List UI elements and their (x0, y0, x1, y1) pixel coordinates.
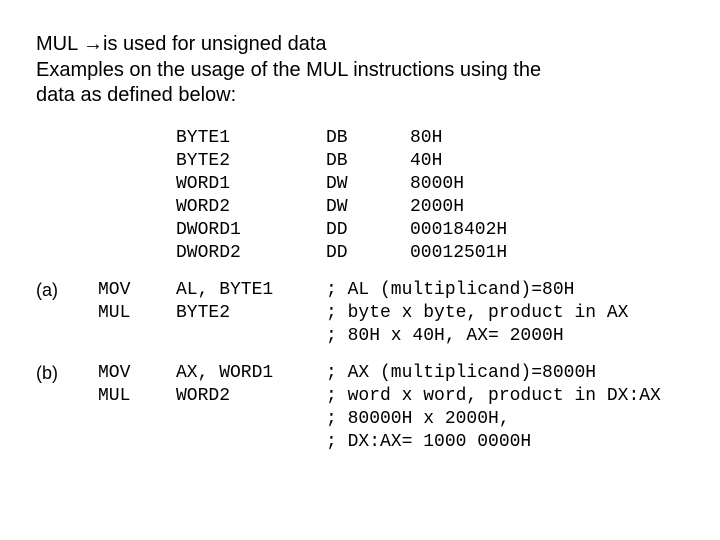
intro-line2: Examples on the usage of the MUL instruc… (36, 59, 541, 81)
def-type: DW (326, 196, 410, 219)
def-name: BYTE1 (176, 127, 326, 150)
comment: ; DX:AX= 1000 0000H (326, 431, 661, 454)
def-name: BYTE2 (176, 150, 326, 173)
comment: ; 80000H x 2000H, (326, 408, 661, 431)
intro-line1-pre: MUL (36, 33, 83, 55)
intro-line3: data as defined below: (36, 84, 236, 106)
def-type: DD (326, 242, 410, 265)
def-val: 80H (410, 127, 661, 150)
def-val: 2000H (410, 196, 661, 219)
def-name: DWORD2 (176, 242, 326, 265)
comment: ; AX (multiplicand)=8000H (326, 362, 661, 385)
opcode: MUL (98, 385, 176, 408)
code-block: BYTE1 DB 80H BYTE2 DB 40H WORD1 DW 8000H… (36, 127, 684, 454)
def-val: 00012501H (410, 242, 661, 265)
operand: WORD2 (176, 385, 326, 408)
operand: AL, BYTE1 (176, 279, 326, 302)
def-type: DW (326, 173, 410, 196)
comment: ; byte x byte, product in AX (326, 302, 661, 325)
opcode: MOV (98, 279, 176, 302)
opcode: MUL (98, 302, 176, 325)
example-label: (b) (36, 362, 98, 385)
right-arrow-icon: → (83, 33, 103, 55)
def-name: WORD2 (176, 196, 326, 219)
comment: ; 80H x 40H, AX= 2000H (326, 325, 661, 348)
def-val: 8000H (410, 173, 661, 196)
def-val: 00018402H (410, 219, 661, 242)
example-label: (a) (36, 279, 98, 302)
slide-page: MUL →is used for unsigned data Examples … (0, 0, 720, 454)
intro-text: MUL →is used for unsigned data Examples … (36, 32, 684, 109)
def-type: DD (326, 219, 410, 242)
data-definitions: BYTE1 DB 80H BYTE2 DB 40H WORD1 DW 8000H… (36, 127, 661, 454)
intro-line1-post: is used for unsigned data (103, 33, 327, 55)
operand: AX, WORD1 (176, 362, 326, 385)
opcode: MOV (98, 362, 176, 385)
def-type: DB (326, 127, 410, 150)
def-val: 40H (410, 150, 661, 173)
def-name: DWORD1 (176, 219, 326, 242)
comment: ; word x word, product in DX:AX (326, 385, 661, 408)
comment: ; AL (multiplicand)=80H (326, 279, 661, 302)
operand: BYTE2 (176, 302, 326, 325)
def-name: WORD1 (176, 173, 326, 196)
def-type: DB (326, 150, 410, 173)
